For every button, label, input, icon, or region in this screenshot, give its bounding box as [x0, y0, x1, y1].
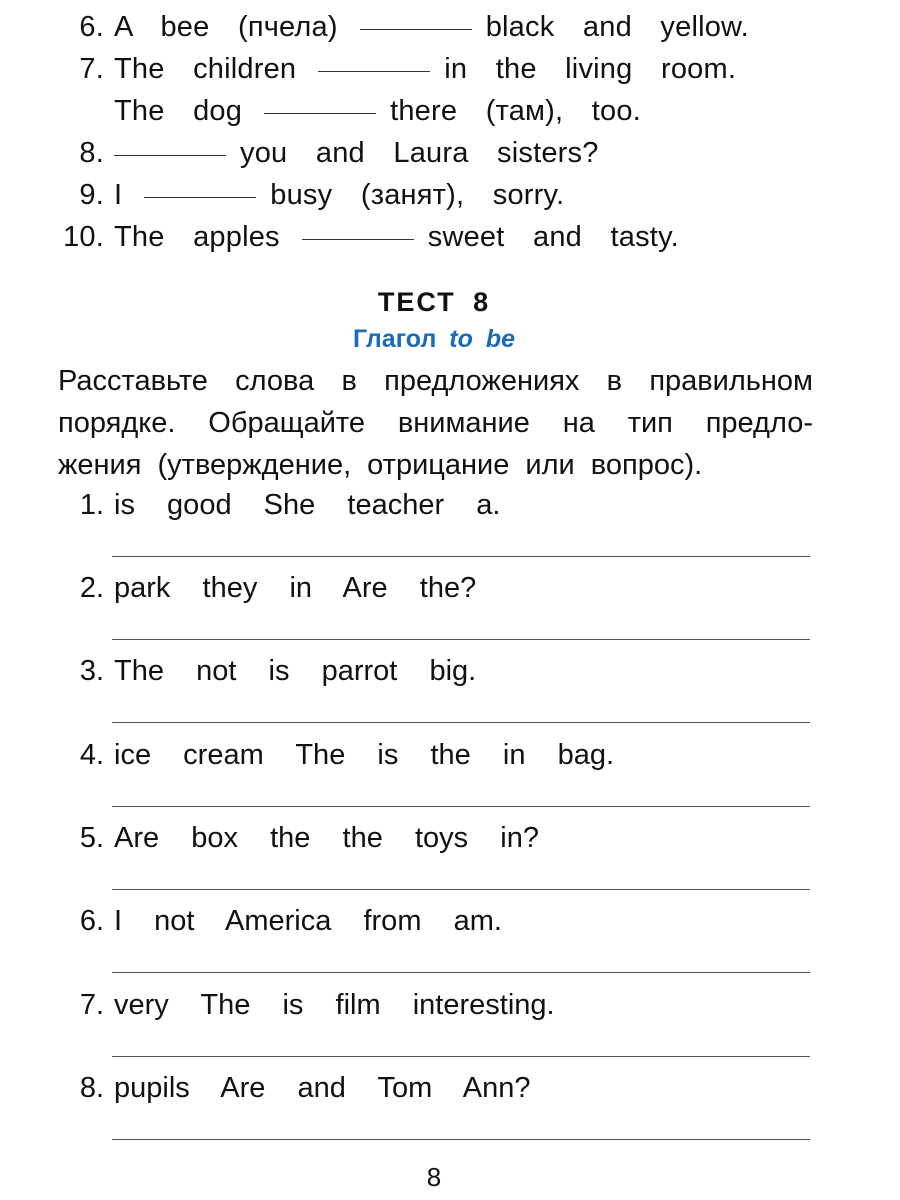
exercise-item-4: 4. ice cream The is the in bag.	[0, 734, 900, 818]
instruction-line: жения (утверждение, отрицание или вопрос…	[58, 449, 703, 481]
item-number: 3.	[79, 655, 104, 687]
scrambled-words: Are box the the toys in?	[114, 822, 539, 854]
item-number: 8.	[79, 137, 104, 169]
answer-line[interactable]	[112, 1056, 810, 1057]
exercise-item-5: 5. Are box the the toys in?	[0, 817, 900, 901]
exercise-item-2: 2. park they in Are the?	[0, 567, 900, 651]
test-title: ТЕСТ 8	[377, 287, 491, 317]
exercise-item-7: 7. very The is film interesting.	[0, 984, 900, 1068]
item-number: 4.	[79, 739, 104, 771]
scrambled-words: park they in Are the?	[114, 572, 477, 604]
item-text-before: The apples	[114, 221, 280, 253]
answer-line[interactable]	[112, 889, 810, 890]
item-number: 6.	[79, 11, 104, 43]
answer-blank[interactable]	[144, 196, 257, 198]
answer-line[interactable]	[112, 972, 810, 973]
scrambled-words: ice cream The is the in bag.	[114, 739, 615, 771]
fill-item-8: 8. you and Laura sisters?	[0, 132, 900, 174]
answer-line[interactable]	[112, 806, 810, 807]
item-number: 2.	[79, 572, 104, 604]
scrambled-words: pupils Are and Tom Ann?	[114, 1072, 531, 1104]
item-number: 7.	[79, 989, 104, 1021]
item-number: 7.	[79, 53, 104, 85]
item-text-before: The dog	[114, 95, 243, 127]
subtitle-italic: to be	[449, 325, 515, 353]
answer-line[interactable]	[112, 556, 810, 557]
item-number: 1.	[79, 489, 104, 521]
item-number: 6.	[79, 905, 104, 937]
instruction-line: Расставьте слова в предложениях в правил…	[58, 365, 813, 397]
answer-blank[interactable]	[114, 154, 226, 156]
item-number: 9.	[79, 179, 104, 211]
item-text-before: The children	[114, 53, 297, 85]
item-text-after: you and Laura sisters?	[240, 137, 599, 169]
fill-item-10: 10. The apples sweet and tasty.	[0, 216, 900, 258]
exercise-item-3: 3. The not is parrot big.	[0, 650, 900, 734]
worksheet-page: 6. A bee (пчела) black and yellow. 7. The…	[0, 0, 900, 1200]
answer-line[interactable]	[112, 639, 810, 640]
item-number: 10.	[63, 221, 104, 253]
item-number: 5.	[79, 822, 104, 854]
item-number: 8.	[79, 1072, 104, 1104]
instruction-line: порядке. Обращайте внимание на тип предл…	[58, 407, 813, 439]
item-text-after: sweet and tasty.	[427, 221, 679, 253]
page-number: 8	[426, 1162, 442, 1192]
scrambled-words: I not America from am.	[114, 905, 502, 937]
answer-line[interactable]	[112, 1139, 810, 1140]
answer-blank[interactable]	[359, 28, 472, 30]
item-text-before: I	[114, 179, 123, 211]
item-text-before: A bee (пчела)	[114, 11, 338, 43]
item-text-after: busy (занят), sorry.	[270, 179, 565, 211]
item-text-after: black and yellow.	[485, 11, 749, 43]
test-subtitle: Глагол to be	[0, 322, 868, 356]
item-text-after: there (там), too.	[390, 95, 641, 127]
scrambled-words: is good She teacher a.	[114, 489, 501, 521]
fill-item-7: 7. The children in the living room.	[0, 48, 900, 90]
answer-blank[interactable]	[301, 238, 414, 240]
fill-item-9: 9. Ibusy (занят), sorry.	[0, 174, 900, 216]
answer-blank[interactable]	[264, 112, 377, 114]
instructions: Расставьте слова в предложениях в правил…	[58, 360, 813, 486]
fill-item-7-continued: The dog there (там), too.	[0, 90, 900, 132]
scrambled-words: The not is parrot big.	[114, 655, 477, 687]
answer-line[interactable]	[112, 722, 810, 723]
scrambled-words: very The is film interesting.	[114, 989, 555, 1021]
subtitle-prefix: Глагол	[353, 325, 437, 353]
exercise-item-1: 1. is good She teacher a.	[0, 484, 900, 568]
exercise-item-8: 8. pupils Are and Tom Ann?	[0, 1067, 900, 1151]
item-text-after: in the living room.	[444, 53, 737, 85]
answer-blank[interactable]	[318, 70, 431, 72]
exercise-item-6: 6. I not America from am.	[0, 900, 900, 984]
fill-item-6: 6. A bee (пчела) black and yellow.	[0, 6, 900, 48]
